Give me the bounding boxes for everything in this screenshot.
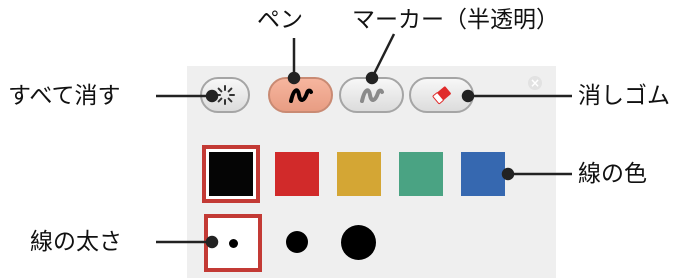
callout-dot-clear-all bbox=[205, 89, 219, 103]
callout-eraser: 消しゴム bbox=[578, 83, 670, 109]
callout-pen: ペン bbox=[257, 7, 303, 33]
callout-dot-line-width bbox=[205, 235, 219, 249]
annotated-pen-toolbar-figure: × すべて消す ペン マーカー（半透明） 消しゴム 線の色 線の太さ bbox=[0, 0, 688, 278]
callout-dot-eraser bbox=[461, 89, 475, 103]
callout-dot-line-color bbox=[501, 167, 515, 181]
callout-line-marker bbox=[370, 33, 396, 79]
callout-line-color: 線の色 bbox=[578, 161, 647, 187]
callout-dot-pen bbox=[287, 71, 301, 85]
callout-marker: マーカー（半透明） bbox=[352, 7, 559, 33]
callout-dot-marker bbox=[365, 71, 379, 85]
callout-line-width: 線の太さ bbox=[30, 229, 122, 255]
callout-clear-all: すべて消す bbox=[8, 83, 121, 109]
